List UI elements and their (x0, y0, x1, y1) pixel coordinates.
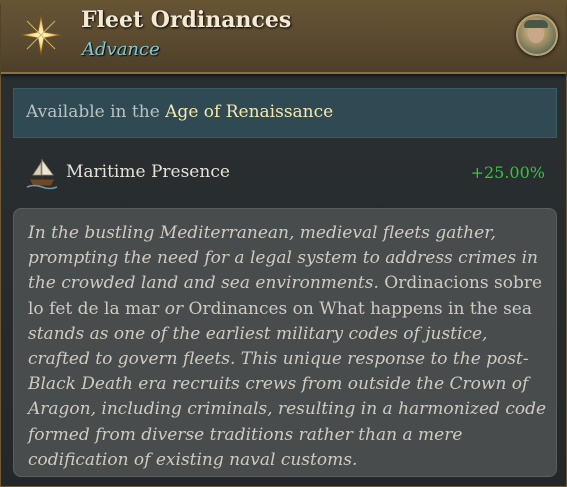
compass-star-icon (20, 14, 62, 56)
availability-text: Available in the Age of Renaissance (26, 102, 333, 122)
tooltip-header: Fleet Ordinances Advance (1, 1, 566, 74)
description-box: In the bustling Mediterranean, medieval … (13, 208, 557, 477)
advance-subtitle: Advance (82, 39, 160, 60)
advisor-portrait (516, 14, 558, 56)
description-seg: Ordinances on What happens in the sea (183, 298, 533, 319)
description-seg: stands as one of the earliest military c… (28, 323, 547, 470)
availability-box: Available in the Age of Renaissance (13, 88, 557, 138)
description-seg: or (164, 298, 184, 319)
ship-icon (26, 158, 58, 190)
modifier-label: Maritime Presence (66, 162, 230, 182)
availability-prefix: Available in the (26, 102, 166, 122)
description-text: In the bustling Mediterranean, medieval … (28, 221, 552, 473)
portrait-hat (524, 20, 548, 28)
age-name: Age of Renaissance (165, 102, 334, 122)
advance-title: Fleet Ordinances (81, 7, 292, 33)
modifier-row: Maritime Presence +25.00% (13, 151, 557, 195)
modifier-value: +25.00% (470, 163, 545, 182)
advance-tooltip: Fleet Ordinances Advance Available in th… (0, 0, 567, 487)
